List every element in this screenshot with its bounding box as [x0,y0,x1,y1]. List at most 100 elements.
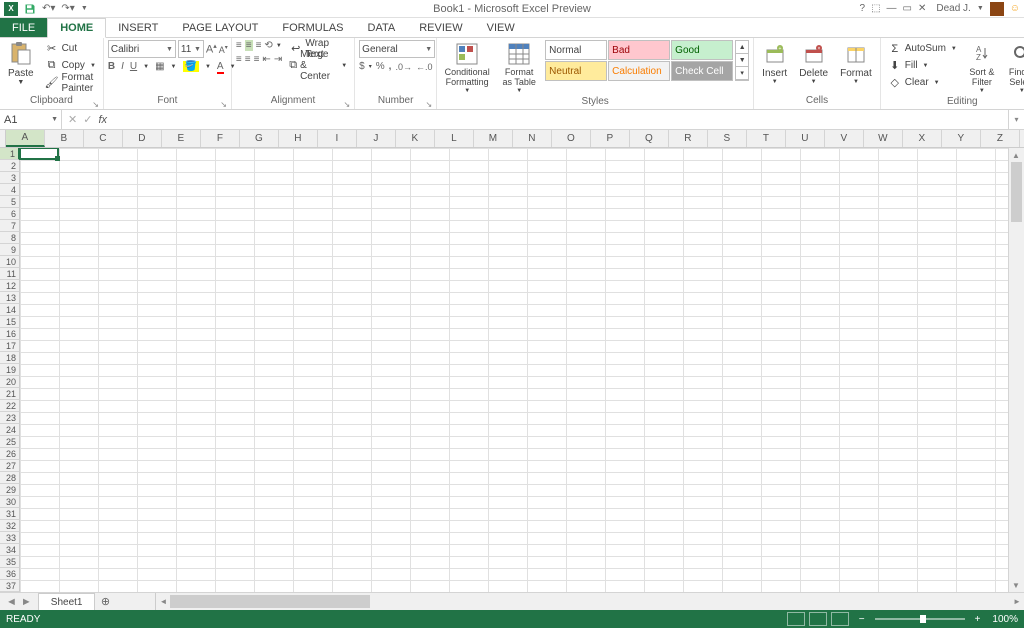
expand-formula-bar-icon[interactable]: ▾ [1008,110,1024,129]
autosum-button[interactable]: ΣAutoSum▼ [885,40,960,57]
column-header[interactable]: Y [942,130,981,147]
ribbon-display-icon[interactable]: ⬚ [871,3,880,14]
clear-button[interactable]: ◇Clear▼ [885,74,960,91]
row-header[interactable]: 36 [0,568,20,580]
page-layout-view-icon[interactable] [809,612,827,626]
user-dropdown-icon[interactable]: ▼ [977,5,984,12]
row-header[interactable]: 9 [0,244,20,256]
new-sheet-button[interactable]: ⊕ [95,593,115,610]
delete-button[interactable]: ×Delete▼ [795,40,832,88]
insert-button[interactable]: +Insert▼ [758,40,791,88]
row-header[interactable]: 32 [0,520,20,532]
row-header[interactable]: 35 [0,556,20,568]
row-header[interactable]: 19 [0,364,20,376]
row-header[interactable]: 3 [0,172,20,184]
row-header[interactable]: 23 [0,412,20,424]
decrease-decimal-icon[interactable]: ←.0 [416,62,433,72]
row-header[interactable]: 27 [0,460,20,472]
name-box[interactable]: A1▼ [0,110,62,129]
column-header[interactable]: M [474,130,513,147]
row-header[interactable]: 24 [0,424,20,436]
qat-customize-icon[interactable]: ▼ [81,5,88,12]
row-header[interactable]: 21 [0,388,20,400]
row-header[interactable]: 34 [0,544,20,556]
column-header[interactable]: S [708,130,747,147]
tab-page-layout[interactable]: PAGE LAYOUT [170,18,270,37]
sheet-next-icon[interactable]: ► [21,596,32,608]
column-header[interactable]: F [201,130,240,147]
font-color-button[interactable]: A [217,61,224,72]
cut-button[interactable]: ✂Cut [42,40,99,57]
scrollbar-thumb[interactable] [170,595,370,608]
style-calculation[interactable]: Calculation [608,61,670,81]
column-header[interactable]: I [318,130,357,147]
tab-formulas[interactable]: FORMULAS [270,18,355,37]
column-header[interactable]: P [591,130,630,147]
row-header[interactable]: 29 [0,484,20,496]
column-header[interactable]: K [396,130,435,147]
scrollbar-thumb[interactable] [1011,162,1022,222]
column-header[interactable]: Z [981,130,1020,147]
row-header[interactable]: 16 [0,328,20,340]
bold-button[interactable]: B [108,61,115,72]
chevron-down-icon[interactable]: ▼ [276,43,282,49]
dialog-launcher-icon[interactable]: ↘ [343,100,350,109]
fx-icon[interactable]: fx [98,114,107,126]
decrease-indent-icon[interactable]: ⇤ [262,54,270,65]
tab-home[interactable]: HOME [47,18,106,38]
row-header[interactable]: 31 [0,508,20,520]
fill-button[interactable]: ⬇Fill▼ [885,57,960,74]
align-center-icon[interactable]: ≡ [245,54,251,65]
format-as-table-button[interactable]: Format as Table▼ [497,40,541,96]
row-header[interactable]: 7 [0,220,20,232]
chevron-down-icon[interactable]: ▼ [205,64,211,70]
style-check-cell[interactable]: Check Cell [671,61,733,81]
row-header[interactable]: 37 [0,580,20,592]
tab-data[interactable]: DATA [356,18,408,37]
feedback-icon[interactable]: ☺ [1010,3,1020,14]
enter-icon[interactable]: ✓ [83,113,92,126]
number-format-combo[interactable]: General▼ [359,40,435,58]
sheet-tab[interactable]: Sheet1 [38,593,96,610]
chevron-down-icon[interactable]: ▼ [171,64,177,70]
format-button[interactable]: Format▼ [836,40,876,88]
tab-review[interactable]: REVIEW [407,18,474,37]
italic-button[interactable]: I [121,61,124,72]
align-bottom-icon[interactable]: ≡ [256,40,262,51]
cells-area[interactable] [20,148,1008,592]
formula-input[interactable] [113,110,1008,129]
comma-format-icon[interactable]: , [389,61,392,72]
column-header[interactable]: A [6,130,45,147]
save-icon[interactable] [24,3,36,15]
page-break-view-icon[interactable] [831,612,849,626]
align-left-icon[interactable]: ≡ [236,54,242,65]
row-header[interactable]: 14 [0,304,20,316]
sheet-prev-icon[interactable]: ◄ [6,596,17,608]
row-header[interactable]: 8 [0,232,20,244]
font-name-combo[interactable]: Calibri▼ [108,40,176,58]
column-header[interactable]: T [747,130,786,147]
style-good[interactable]: Good [671,40,733,60]
conditional-formatting-button[interactable]: Conditional Formatting▼ [441,40,493,96]
user-name[interactable]: Dead J. [936,3,970,14]
gallery-up-icon[interactable]: ▲ [736,41,748,54]
row-header[interactable]: 28 [0,472,20,484]
tab-file[interactable]: FILE [0,18,47,37]
format-painter-button[interactable]: 🖌Format Painter [42,74,99,91]
row-header[interactable]: 11 [0,268,20,280]
row-header[interactable]: 12 [0,280,20,292]
find-select-button[interactable]: Find & Select▼ [1004,40,1024,96]
gallery-down-icon[interactable]: ▼ [736,54,748,67]
column-header[interactable]: N [513,130,552,147]
column-header[interactable]: C [84,130,123,147]
column-header[interactable]: Q [630,130,669,147]
fill-color-button[interactable]: 🪣 [183,61,199,72]
row-header[interactable]: 20 [0,376,20,388]
scroll-up-icon[interactable]: ▲ [1009,148,1023,162]
row-header[interactable]: 17 [0,340,20,352]
column-header[interactable]: X [903,130,942,147]
column-header[interactable]: O [552,130,591,147]
column-header[interactable]: R [669,130,708,147]
vertical-scrollbar[interactable]: ▲ ▼ [1008,148,1024,592]
zoom-in-icon[interactable]: + [975,614,981,625]
